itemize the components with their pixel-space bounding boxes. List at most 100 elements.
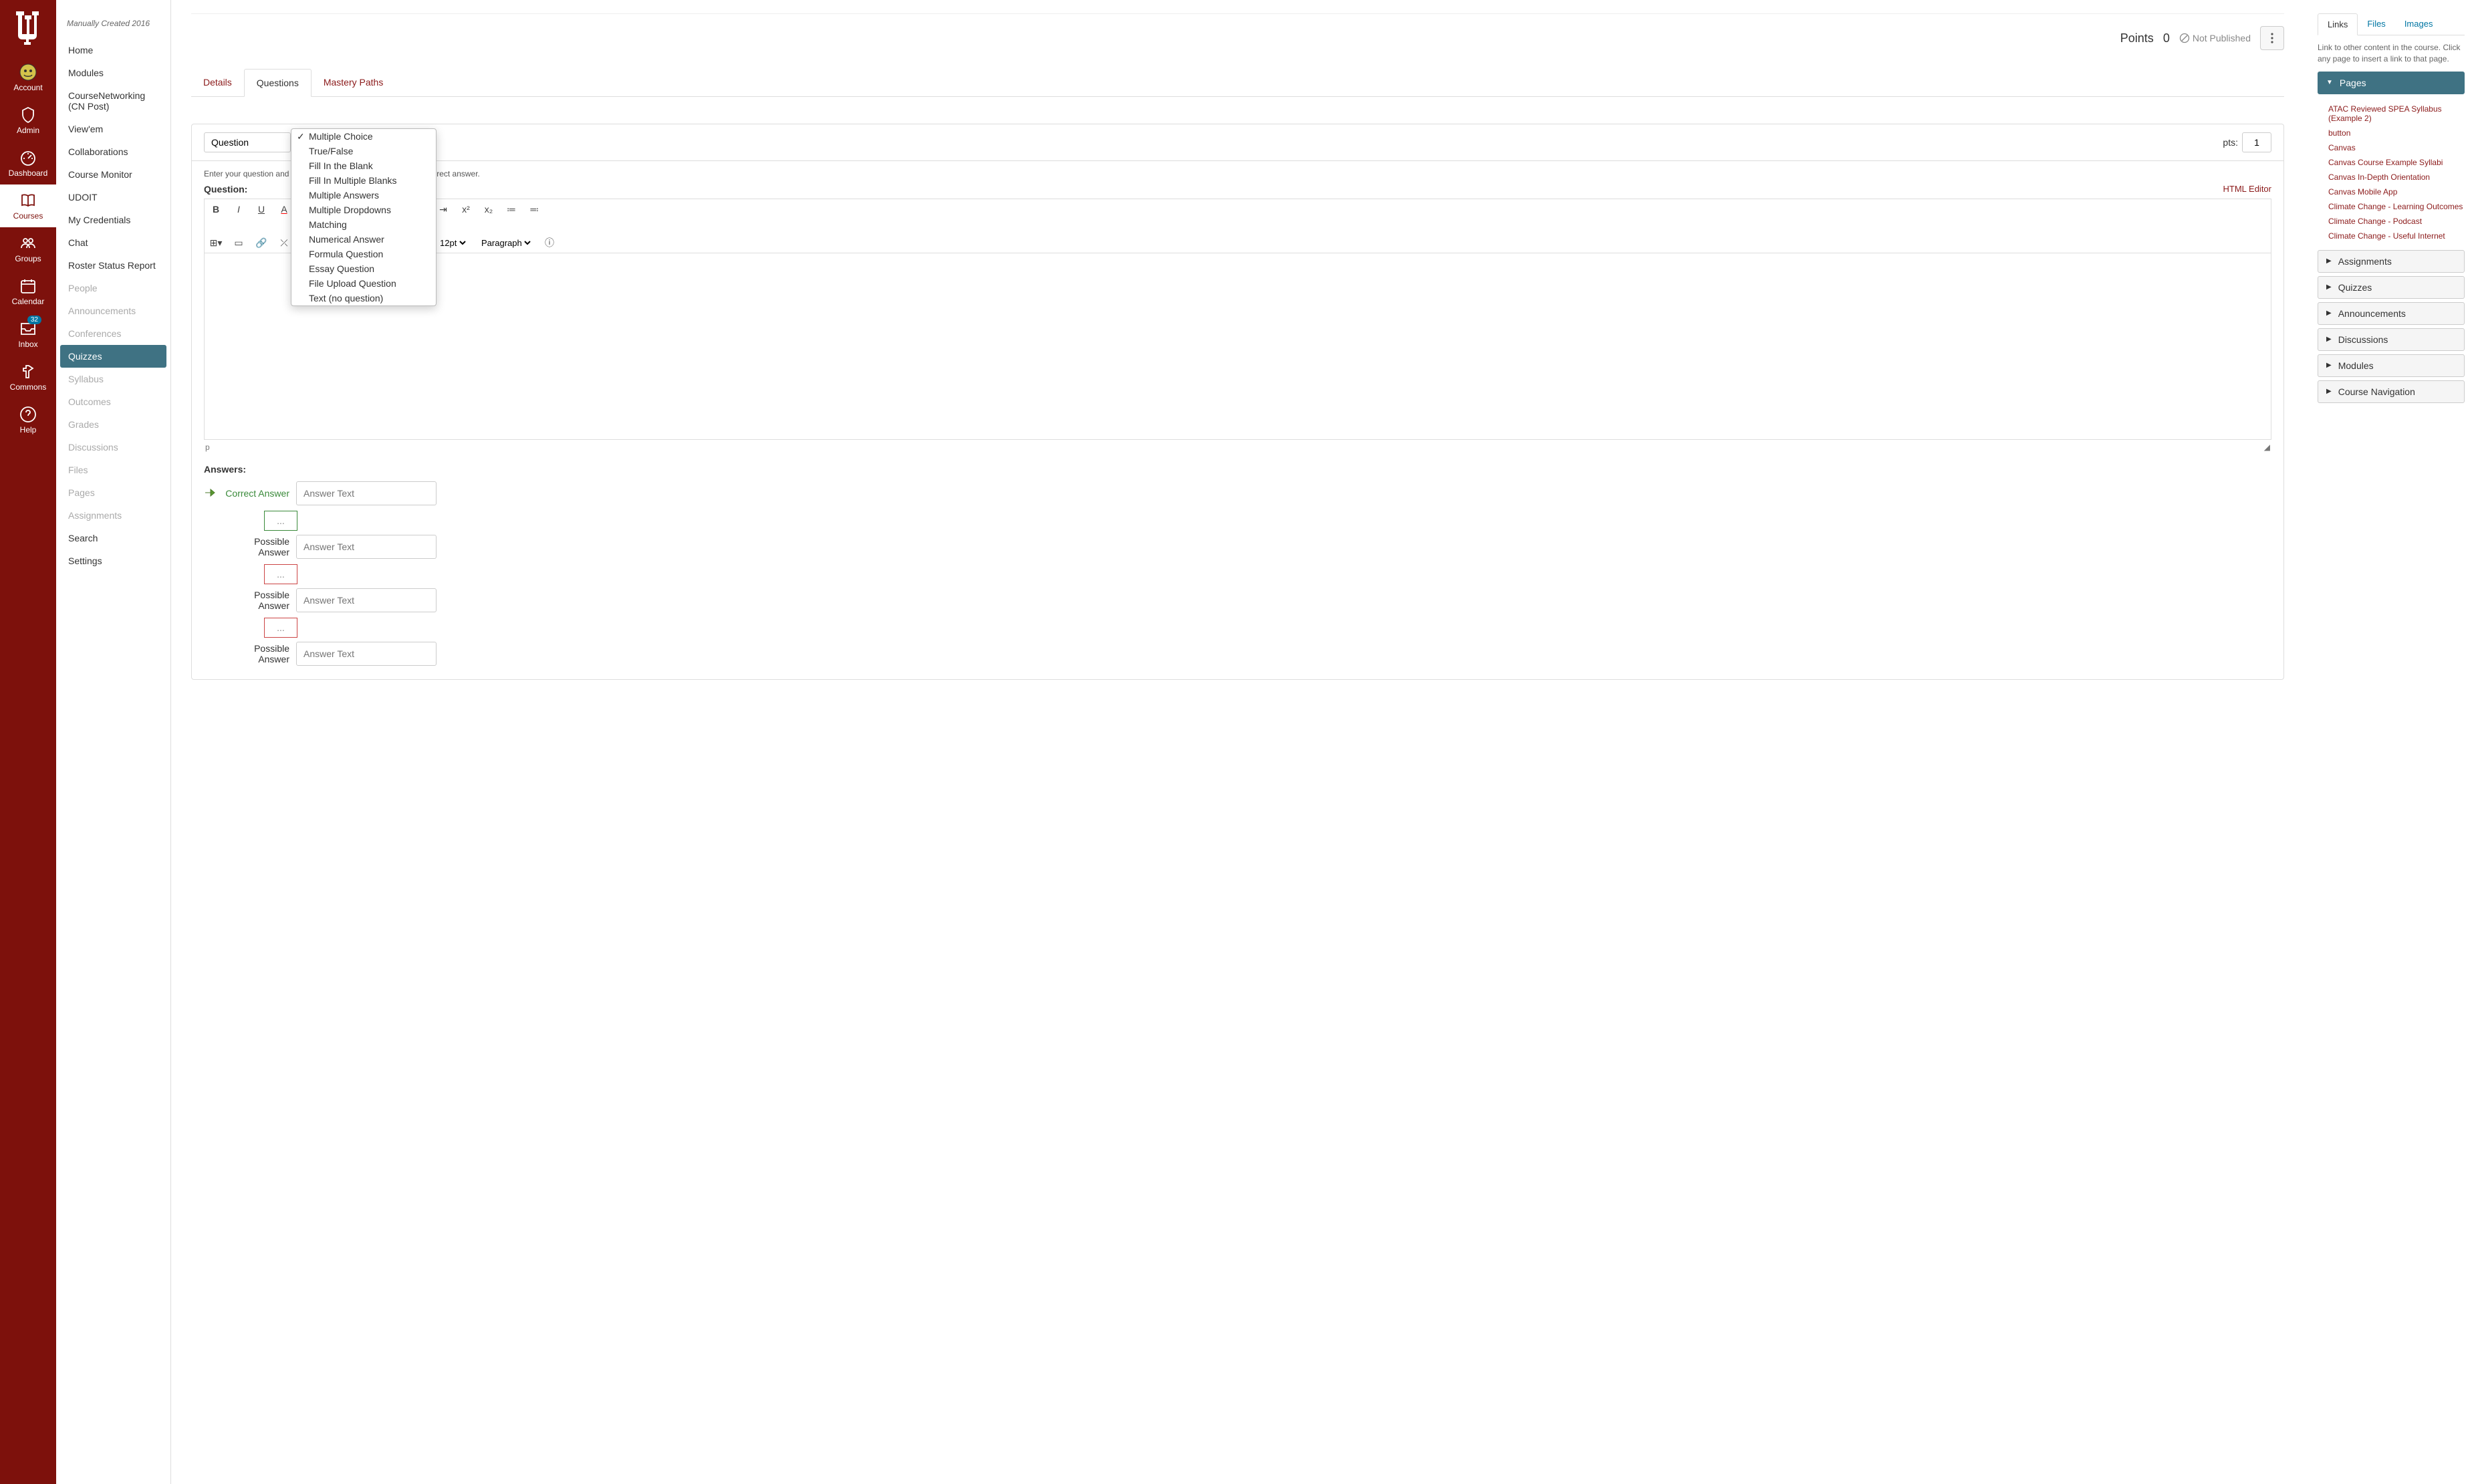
course-nav-item[interactable]: Settings <box>60 549 166 572</box>
italic-icon[interactable]: I <box>233 203 245 215</box>
question-type-option[interactable]: Multiple Choice <box>291 129 436 144</box>
question-name-input[interactable] <box>204 132 291 152</box>
nav-account[interactable]: Account <box>0 56 56 99</box>
course-nav-item[interactable]: Home <box>60 39 166 61</box>
course-nav-item[interactable]: Chat <box>60 231 166 254</box>
bold-icon[interactable]: B <box>210 203 222 215</box>
answer-input-2[interactable] <box>296 588 437 612</box>
rp-section-modules[interactable]: ▶Modules <box>2318 354 2465 377</box>
question-type-option[interactable]: Multiple Dropdowns <box>291 203 436 217</box>
course-nav-item[interactable]: Grades <box>60 413 166 436</box>
rp-tab-links[interactable]: Links <box>2318 13 2358 35</box>
question-type-option[interactable]: Multiple Answers <box>291 188 436 203</box>
pts-input[interactable] <box>2242 132 2271 152</box>
course-nav-item[interactable]: Outcomes <box>60 390 166 413</box>
nav-calendar[interactable]: Calendar <box>0 270 56 313</box>
course-nav-item[interactable]: Discussions <box>60 436 166 459</box>
rp-section-assignments[interactable]: ▶Assignments <box>2318 250 2465 273</box>
course-nav-item[interactable]: People <box>60 277 166 299</box>
bullet-list-icon[interactable]: ≔ <box>505 203 517 215</box>
rp-page-link[interactable]: Canvas In-Depth Orientation <box>2328 170 2465 184</box>
rp-page-link[interactable]: Canvas Course Example Syllabi <box>2328 155 2465 170</box>
course-nav-item[interactable]: Syllabus <box>60 368 166 390</box>
link-icon[interactable]: 🔗 <box>255 237 267 249</box>
resize-handle-icon[interactable]: ◢ <box>2264 443 2270 452</box>
answer-comment-1[interactable]: ... <box>264 564 297 584</box>
text-color-icon[interactable]: A <box>278 203 290 215</box>
course-nav-item[interactable]: Pages <box>60 481 166 504</box>
course-nav-item[interactable]: UDOIT <box>60 186 166 209</box>
course-nav-item[interactable]: Files <box>60 459 166 481</box>
course-nav-item[interactable]: Assignments <box>60 504 166 527</box>
question-type-option[interactable]: Essay Question <box>291 261 436 276</box>
course-nav-item[interactable]: CourseNetworking (CN Post) <box>60 84 166 118</box>
course-nav-item[interactable]: Quizzes <box>60 345 166 368</box>
more-options-button[interactable] <box>2260 26 2284 50</box>
media-icon[interactable]: ▭ <box>233 237 245 249</box>
question-type-option[interactable]: Formula Question <box>291 247 436 261</box>
question-type-option[interactable]: File Upload Question <box>291 276 436 291</box>
number-list-icon[interactable]: ≕ <box>528 203 540 215</box>
nav-help[interactable]: Help <box>0 398 56 441</box>
rp-tab-files[interactable]: Files <box>2358 13 2394 35</box>
rp-page-link[interactable]: Canvas Mobile App <box>2328 184 2465 199</box>
course-nav-item[interactable]: Modules <box>60 61 166 84</box>
course-nav-item[interactable]: View'em <box>60 118 166 140</box>
caret-right-icon: ▶ <box>2326 336 2332 343</box>
rp-section-discussions[interactable]: ▶Discussions <box>2318 328 2465 351</box>
html-editor-toggle[interactable]: HTML Editor <box>2223 184 2271 195</box>
accessibility-icon[interactable]: ⓘ <box>543 237 555 249</box>
table-icon[interactable]: ⊞▾ <box>210 237 222 249</box>
nav-dashboard[interactable]: Dashboard <box>0 142 56 184</box>
rp-page-link[interactable]: Canvas <box>2328 140 2465 155</box>
nav-courses[interactable]: Courses <box>0 184 56 227</box>
unlink-icon[interactable]: ⤫ <box>278 237 290 249</box>
tab-details[interactable]: Details <box>191 69 244 96</box>
iu-logo[interactable] <box>0 0 56 56</box>
nav-admin[interactable]: Admin <box>0 99 56 142</box>
rp-section-course-nav[interactable]: ▶Course Navigation <box>2318 380 2465 403</box>
rp-page-link[interactable]: Climate Change - Podcast <box>2328 214 2465 229</box>
course-nav-item[interactable]: Conferences <box>60 322 166 345</box>
question-type-option[interactable]: Matching <box>291 217 436 232</box>
nav-inbox[interactable]: 32Inbox <box>0 313 56 356</box>
pts-label: pts: <box>2223 137 2238 148</box>
course-nav-item[interactable]: Roster Status Report <box>60 254 166 277</box>
rp-section-pages[interactable]: ▼Pages <box>2318 72 2465 94</box>
indent-icon[interactable]: ⇥ <box>437 203 449 215</box>
question-type-option[interactable]: True/False <box>291 144 436 158</box>
course-nav-item[interactable]: Search <box>60 527 166 549</box>
rp-section-announcements[interactable]: ▶Announcements <box>2318 302 2465 325</box>
paragraph-select[interactable]: Paragraph <box>479 237 533 249</box>
answer-comment-2[interactable]: ... <box>264 618 297 638</box>
underline-icon[interactable]: U <box>255 203 267 215</box>
tab-questions[interactable]: Questions <box>244 69 312 97</box>
rp-page-link[interactable]: ATAC Reviewed SPEA Syllabus (Example 2) <box>2328 102 2465 126</box>
question-type-option[interactable]: Fill In the Blank <box>291 158 436 173</box>
question-type-option[interactable]: Numerical Answer <box>291 232 436 247</box>
rp-page-link[interactable]: Climate Change - Learning Outcomes <box>2328 199 2465 214</box>
nav-commons[interactable]: Commons <box>0 356 56 398</box>
answer-comment-0[interactable]: ... <box>264 511 297 531</box>
superscript-icon[interactable]: x² <box>460 203 472 215</box>
course-nav-item[interactable]: Course Monitor <box>60 163 166 186</box>
question-label: Question: <box>204 184 247 195</box>
subscript-icon[interactable]: x₂ <box>483 203 495 215</box>
answer-input-3[interactable] <box>296 642 437 666</box>
rp-page-link[interactable]: button <box>2328 126 2465 140</box>
rp-page-link[interactable]: Climate Change - Useful Internet <box>2328 229 2465 243</box>
question-type-option[interactable]: Fill In Multiple Blanks <box>291 173 436 188</box>
question-type-option[interactable]: Text (no question) <box>291 291 436 305</box>
tab-mastery-paths[interactable]: Mastery Paths <box>312 69 395 96</box>
nav-groups[interactable]: Groups <box>0 227 56 270</box>
font-size-select[interactable]: 12pt <box>437 237 468 249</box>
answer-input-1[interactable] <box>296 535 437 559</box>
answer-input-0[interactable] <box>296 481 437 505</box>
answer-row-2: Possible Answer <box>204 588 2271 612</box>
course-nav-item[interactable]: Collaborations <box>60 140 166 163</box>
course-nav-item[interactable]: My Credentials <box>60 209 166 231</box>
rp-tab-images[interactable]: Images <box>2395 13 2443 35</box>
course-nav-item[interactable]: Announcements <box>60 299 166 322</box>
rp-section-quizzes[interactable]: ▶Quizzes <box>2318 276 2465 299</box>
question-text-editor[interactable] <box>204 253 2271 440</box>
